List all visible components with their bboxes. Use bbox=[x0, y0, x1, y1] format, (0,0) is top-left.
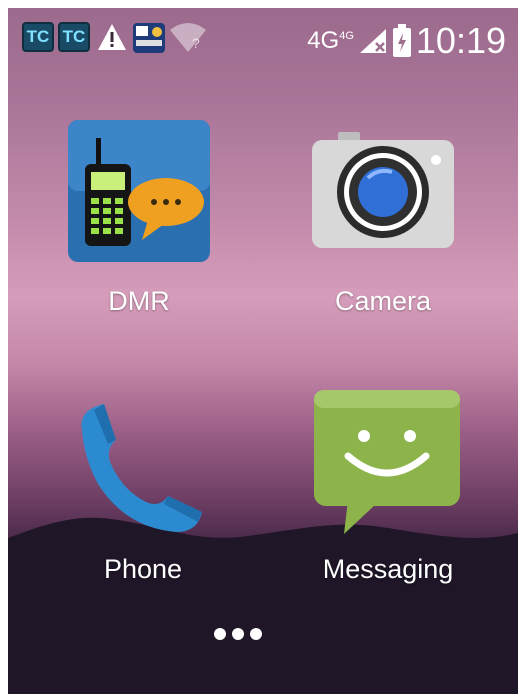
app-messaging[interactable] bbox=[314, 390, 460, 536]
warning-icon bbox=[98, 24, 126, 50]
page-dot bbox=[250, 628, 262, 640]
messaging-icon bbox=[314, 390, 460, 534]
page-dot bbox=[214, 628, 226, 640]
camera-icon bbox=[312, 132, 454, 248]
status-right: 4G4G 10:19 bbox=[307, 20, 506, 62]
wifi-unknown-icon: ? bbox=[170, 23, 206, 52]
app-camera[interactable] bbox=[312, 132, 454, 250]
app-label-dmr: DMR bbox=[108, 286, 170, 316]
app-label-camera: Camera bbox=[334, 286, 432, 316]
home-screen: TC TC ? 4G4G 10:19 DMR Camera Phone Mess… bbox=[8, 8, 518, 694]
dmr-radio-icon bbox=[68, 120, 210, 262]
tc-app-icon: TC bbox=[58, 22, 90, 52]
signal-icon bbox=[359, 29, 386, 53]
app-label-messaging: Messaging bbox=[322, 554, 454, 584]
battery-icon bbox=[392, 24, 411, 57]
app-thumbnail-icon bbox=[133, 23, 165, 53]
app-dmr[interactable] bbox=[68, 120, 210, 262]
status-bar: TC TC ? 4G4G 10:19 bbox=[8, 8, 518, 72]
app-phone[interactable] bbox=[76, 400, 208, 532]
svg-text:?: ? bbox=[192, 35, 200, 51]
phone-icon bbox=[81, 404, 202, 532]
network-type: 4G4G bbox=[307, 27, 354, 54]
tc-app-icon: TC bbox=[22, 22, 54, 52]
app-label-phone: Phone bbox=[103, 554, 183, 584]
app-drawer-button[interactable] bbox=[214, 628, 262, 640]
page-dot bbox=[232, 628, 244, 640]
wallpaper-hill bbox=[8, 517, 518, 694]
clock: 10:19 bbox=[415, 20, 506, 61]
